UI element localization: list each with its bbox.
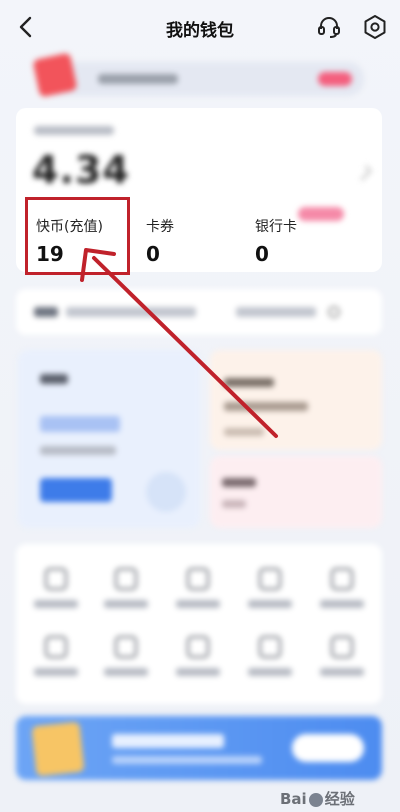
services-grid <box>16 544 382 704</box>
red-envelope-icon <box>32 52 78 98</box>
row-title <box>34 307 58 317</box>
service-icon <box>187 636 209 658</box>
promo-button[interactable] <box>292 734 364 762</box>
service-label <box>248 600 292 608</box>
service-label <box>320 600 364 608</box>
row-text <box>66 307 196 317</box>
back-arrow-icon[interactable] <box>14 14 38 40</box>
service-item[interactable] <box>30 568 82 626</box>
panel-subtext <box>40 446 116 455</box>
stat-label: 银行卡 <box>255 219 297 235</box>
service-label <box>34 600 78 608</box>
panel-right-top-blurred[interactable] <box>210 350 382 450</box>
service-icon <box>259 636 281 658</box>
service-label <box>176 600 220 608</box>
service-icon <box>331 568 353 590</box>
row-subtext <box>236 307 316 317</box>
panel-circle-icon <box>146 472 186 512</box>
watermark: Bai 经验 <box>280 788 355 809</box>
promo-subtitle <box>112 756 262 764</box>
service-label <box>176 668 220 676</box>
stat-value: 0 <box>146 242 160 266</box>
stat-coupons[interactable]: 卡券 0 <box>146 216 174 266</box>
service-item[interactable] <box>316 636 368 694</box>
service-icon <box>331 636 353 658</box>
bottom-promo-banner[interactable] <box>16 716 382 780</box>
promo-text-blurred <box>98 74 178 84</box>
service-item[interactable] <box>30 636 82 694</box>
promo-pill-button[interactable] <box>318 72 352 86</box>
page-title: 我的钱包 <box>166 20 234 41</box>
service-icon <box>115 568 137 590</box>
panel-number <box>40 416 120 432</box>
panel-title <box>222 478 256 487</box>
service-item[interactable] <box>316 568 368 626</box>
service-label <box>320 668 364 676</box>
highlight-box <box>25 197 130 275</box>
gear-icon[interactable] <box>362 14 388 40</box>
balance-amount: 4.34 <box>32 148 130 192</box>
service-item[interactable] <box>172 568 224 626</box>
panel-left-blurred[interactable] <box>18 350 200 528</box>
service-icon <box>45 568 67 590</box>
panel-right-bottom-blurred[interactable] <box>210 456 382 528</box>
panel-title <box>40 374 68 384</box>
service-icon <box>187 568 209 590</box>
stat-label: 卡券 <box>146 219 174 235</box>
headset-icon[interactable] <box>316 14 342 40</box>
info-row-blurred[interactable] <box>16 289 382 335</box>
balance-label-blurred <box>34 126 114 135</box>
service-item[interactable] <box>100 636 152 694</box>
promo-tag-blurred <box>298 207 344 221</box>
service-label <box>34 668 78 676</box>
paw-icon <box>308 792 323 807</box>
service-icon <box>259 568 281 590</box>
panel-subtext <box>224 428 264 436</box>
service-icon <box>45 636 67 658</box>
watermark-text: Bai <box>280 790 307 808</box>
panel-button[interactable] <box>40 478 112 502</box>
panel-subtext <box>222 500 246 508</box>
service-item[interactable] <box>172 636 224 694</box>
service-label <box>104 600 148 608</box>
service-item[interactable] <box>244 568 296 626</box>
promo-banner[interactable] <box>32 52 364 98</box>
service-item[interactable] <box>100 568 152 626</box>
watermark-text: 经验 <box>324 790 355 808</box>
row-icon <box>328 306 340 318</box>
promo-image <box>31 721 85 777</box>
panel-subtext <box>224 402 308 411</box>
stat-bank-cards[interactable]: 银行卡 0 <box>255 216 297 266</box>
promo-title <box>112 734 224 748</box>
service-label <box>248 668 292 676</box>
service-item[interactable] <box>244 636 296 694</box>
chevron-right-icon[interactable] <box>356 165 372 181</box>
service-icon <box>115 636 137 658</box>
stat-value: 0 <box>255 242 269 266</box>
panel-title <box>224 378 274 387</box>
top-bar: 我的钱包 <box>0 0 400 56</box>
service-label <box>104 668 148 676</box>
